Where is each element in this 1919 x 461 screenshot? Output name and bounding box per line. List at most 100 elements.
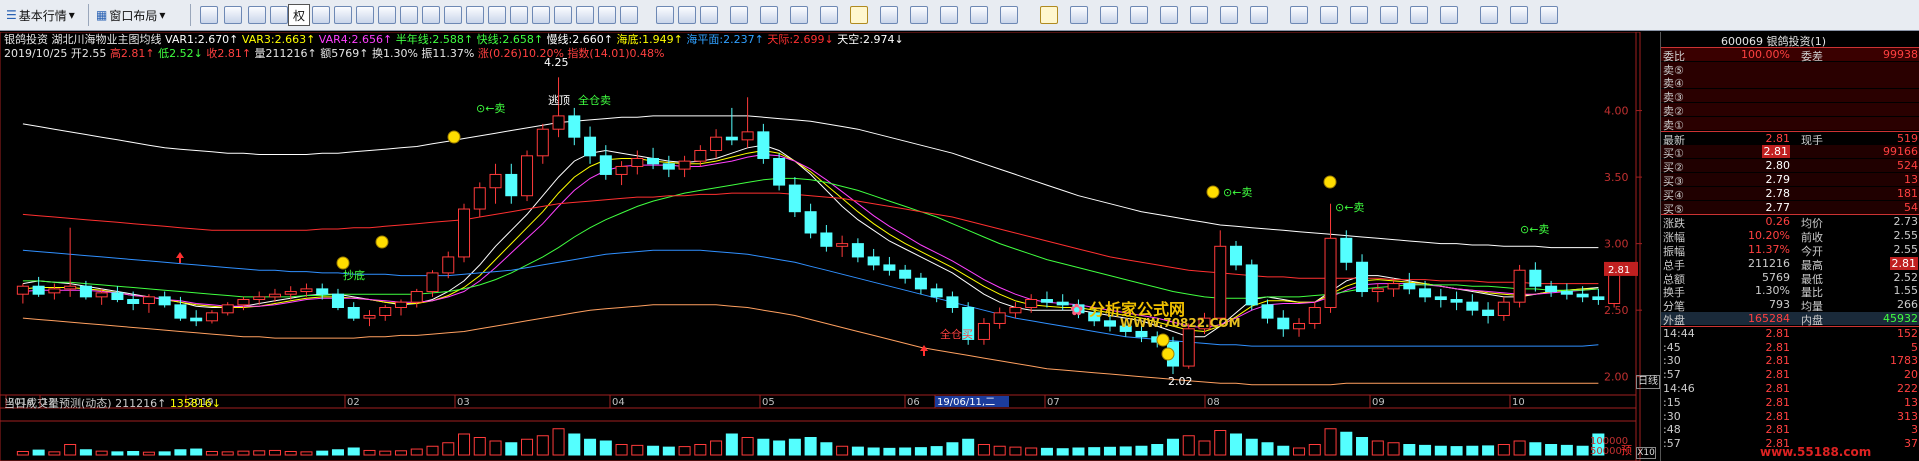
toolbar-tool-icon[interactable] xyxy=(532,6,550,24)
quote-cell: 37 xyxy=(1904,437,1918,451)
quote-cell: 2.81 xyxy=(1765,368,1791,382)
candle-body xyxy=(458,208,471,258)
smiley-icon xyxy=(1323,175,1337,189)
candle-body xyxy=(1040,299,1053,303)
toolbar-tool-icon[interactable] xyxy=(1130,6,1148,24)
quote-row: 外盘 165284 内盘 45932 xyxy=(1661,312,1919,327)
toolbar-tool-icon[interactable] xyxy=(1040,6,1058,24)
volume-bar xyxy=(1324,428,1337,456)
toolbar-tool-icon[interactable] xyxy=(1000,6,1018,24)
candle-body xyxy=(1025,299,1038,309)
toolbar-tool-icon[interactable] xyxy=(422,6,440,24)
toolbar-tool-icon[interactable] xyxy=(1480,6,1498,24)
toolbar-tool-icon[interactable] xyxy=(970,6,988,24)
toolbar-tool-icon[interactable] xyxy=(790,6,808,24)
toolbar-tool-icon[interactable] xyxy=(760,6,778,24)
x10-tab[interactable]: X10 xyxy=(1636,447,1656,459)
toolbar-tool-icon[interactable] xyxy=(1070,6,1088,24)
toolbar-tool-icon[interactable] xyxy=(1100,6,1118,24)
quote-cell: 0.26 xyxy=(1765,215,1791,229)
window-layout-button[interactable]: ▦ 窗口布局 ▾ xyxy=(96,4,165,26)
toolbar-tool-icon[interactable] xyxy=(850,6,868,24)
candle-body xyxy=(1009,307,1022,314)
toolbar-tool-icon[interactable] xyxy=(1190,6,1208,24)
toolbar-tool-icon[interactable] xyxy=(200,6,218,24)
toolbar-tool-icon[interactable] xyxy=(334,6,352,24)
volume-bar xyxy=(1560,444,1573,456)
toolbar-tool-icon[interactable] xyxy=(1160,6,1178,24)
toolbar-tool-icon[interactable] xyxy=(488,6,506,24)
toolbar-tool-icon[interactable] xyxy=(1250,6,1268,24)
day-line-tab[interactable]: 日线 xyxy=(1636,375,1660,389)
toolbar-tool-icon[interactable] xyxy=(444,6,462,24)
volume-bar xyxy=(505,442,518,456)
toolbar-tool-icon[interactable] xyxy=(910,6,928,24)
toolbar-tool-icon[interactable] xyxy=(270,6,288,24)
toolbar-tool-icon[interactable] xyxy=(224,6,242,24)
kline-chart[interactable]: 4.003.503.002.502.0010000050000 预2018 12 20… xyxy=(0,32,1660,461)
toolbar-tool-icon[interactable] xyxy=(576,6,594,24)
toolbar-tool-icon[interactable] xyxy=(940,6,958,24)
toolbar-tool-icon[interactable] xyxy=(678,6,696,24)
toolbar-tool-icon[interactable] xyxy=(400,6,418,24)
quote-cell: 2.81 xyxy=(1761,145,1790,159)
toolbar-tool-icon[interactable] xyxy=(880,6,898,24)
candle-body xyxy=(394,301,408,309)
toolbar-tool-icon[interactable] xyxy=(466,6,484,24)
toolbar-tool-icon[interactable] xyxy=(820,6,838,24)
toolbar-tool-icon[interactable] xyxy=(1410,6,1428,24)
toolbar-tool-icon[interactable] xyxy=(598,6,616,24)
volume-bar xyxy=(1450,446,1463,456)
volume-bar xyxy=(237,450,250,456)
candle-body xyxy=(316,288,329,295)
volume-bar xyxy=(158,451,171,456)
volume-bar xyxy=(899,447,912,456)
price-tick-label: 2.50 xyxy=(1604,304,1629,317)
candle-body xyxy=(1560,291,1573,295)
quote-cell: :57 xyxy=(1663,437,1681,451)
candle-body xyxy=(1214,245,1227,319)
candle-body xyxy=(1340,237,1353,263)
toolbar-tool-icon[interactable] xyxy=(1510,6,1528,24)
toolbar-tool-icon[interactable] xyxy=(730,6,748,24)
candle-body xyxy=(804,211,817,234)
toolbar-tool-icon[interactable] xyxy=(312,6,330,24)
current-price-label: 2.81 xyxy=(1608,265,1630,276)
candle-body xyxy=(1513,269,1526,303)
toolbar-tool-icon[interactable] xyxy=(554,6,572,24)
candle-body xyxy=(552,115,565,130)
candle-body xyxy=(710,136,723,151)
quote-cell: :45 xyxy=(1663,340,1681,354)
toolbar-tool-icon[interactable] xyxy=(1350,6,1368,24)
volume-bar xyxy=(300,451,313,456)
candle-body xyxy=(426,272,439,293)
toolbar-tool-icon[interactable] xyxy=(1320,6,1338,24)
candle-body xyxy=(820,232,833,247)
toolbar-tool-icon[interactable] xyxy=(356,6,374,24)
candle-body xyxy=(1434,296,1447,301)
sell-tag: ⊙←卖 xyxy=(1335,201,1364,214)
toolbar-tool-icon[interactable] xyxy=(248,6,266,24)
toolbar-tool-icon[interactable] xyxy=(1290,6,1308,24)
toolbar-tool-icon[interactable] xyxy=(656,6,674,24)
toolbar-tool-icon[interactable] xyxy=(510,6,528,24)
quote-cell: 14:44 xyxy=(1663,326,1695,340)
toolbar-tool-icon[interactable] xyxy=(1220,6,1238,24)
quote-row: 卖⑤ xyxy=(1661,61,1919,77)
candle-body xyxy=(284,291,297,295)
quote-row: 卖① xyxy=(1661,116,1919,132)
toolbar-tool-icon[interactable] xyxy=(378,6,396,24)
basic-quotes-button[interactable]: ☰ 基本行情 ▾ xyxy=(6,4,75,26)
quote-cell: 266 xyxy=(1897,298,1918,312)
candle-body xyxy=(505,173,518,197)
toolbar-tool-icon[interactable] xyxy=(620,6,638,24)
smiley-icon xyxy=(447,130,461,144)
toolbar-tool-icon[interactable] xyxy=(1440,6,1458,24)
toolbar-tool-icon[interactable] xyxy=(1540,6,1558,24)
candle-body xyxy=(1229,245,1243,266)
toolbar-tool-icon[interactable] xyxy=(1380,6,1398,24)
toolbar-tool-icon[interactable] xyxy=(700,6,718,24)
layout-icon: ▦ xyxy=(96,8,108,22)
quote-cell: 793 xyxy=(1769,298,1790,312)
weight-button[interactable]: 权 xyxy=(288,4,311,26)
